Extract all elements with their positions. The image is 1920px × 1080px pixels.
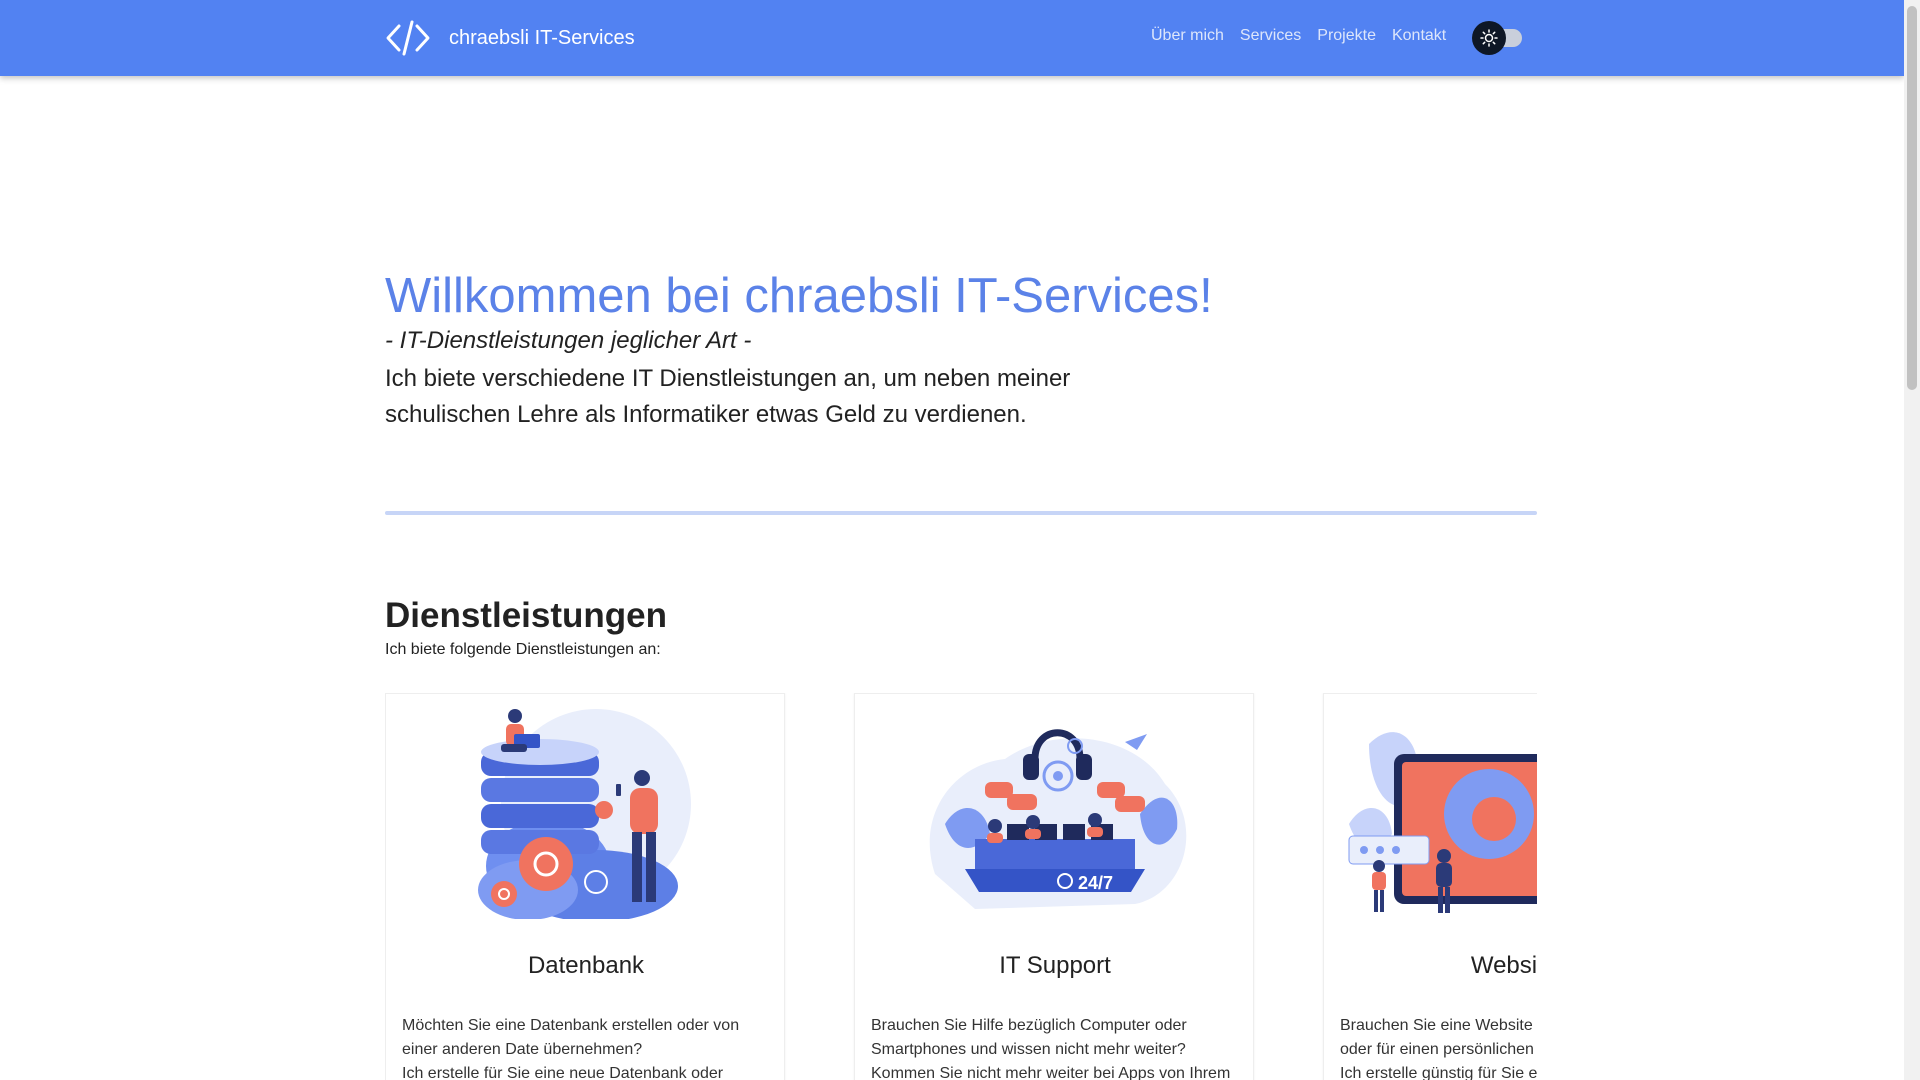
nav-link-services[interactable]: Services bbox=[1240, 27, 1301, 45]
nav-link-kontakt[interactable]: Kontakt bbox=[1392, 27, 1446, 45]
service-card-datenbank[interactable]: Datenbank Möchten Sie eine Datenbank ers… bbox=[385, 693, 785, 1080]
card-text-line-1: Möchten Sie eine Datenbank erstellen ode… bbox=[402, 1017, 740, 1034]
hero-subtitle: - IT-Dienstleistungen jeglicher Art - bbox=[385, 327, 752, 354]
card-text-website: Brauchen Sie eine Website oder für einen… bbox=[1340, 1014, 1537, 1080]
hero-title: Willkommen bei chraebsli IT-Services! bbox=[385, 269, 1213, 323]
code-brackets-icon bbox=[386, 20, 430, 56]
main-nav: Über mich Services Projekte Kontakt bbox=[1151, 27, 1446, 45]
card-text-line-1: Brauchen Sie eine Website bbox=[1340, 1017, 1533, 1034]
card-text-line-3: Ich erstelle günstig für Sie e bbox=[1340, 1065, 1537, 1080]
card-text-line-2: Smartphones und wissen nicht mehr weiter… bbox=[871, 1041, 1186, 1058]
toggle-knob bbox=[1472, 21, 1506, 55]
navbar: chraebsli IT-Services Über mich Services… bbox=[0, 0, 1904, 76]
brand-name: chraebsli IT-Services bbox=[449, 26, 635, 49]
website-illustration bbox=[1348, 732, 1537, 913]
database-illustration bbox=[478, 709, 691, 919]
sun-icon bbox=[1480, 29, 1498, 47]
hero-description-line-1: Ich biete verschiedene IT Dienstleistung… bbox=[385, 365, 1071, 392]
card-text-line-3: Kommen Sie nicht mehr weiter bei Apps vo… bbox=[871, 1065, 1231, 1080]
nav-link-projekte[interactable]: Projekte bbox=[1317, 27, 1376, 45]
section-divider bbox=[385, 511, 1537, 515]
card-title-it-support: IT Support bbox=[999, 952, 1111, 979]
scrollbar-thumb[interactable] bbox=[1907, 6, 1917, 390]
services-subtitle: Ich biete folgende Dienstleistungen an: bbox=[385, 641, 661, 658]
card-text-line-1: Brauchen Sie Hilfe bezüglich Computer od… bbox=[871, 1017, 1187, 1034]
services-cards: Datenbank Möchten Sie eine Datenbank ers… bbox=[385, 693, 1537, 1080]
card-text-it-support: Brauchen Sie Hilfe bezüglich Computer od… bbox=[871, 1014, 1241, 1080]
brand[interactable]: chraebsli IT-Services bbox=[385, 18, 635, 58]
service-card-it-support[interactable]: 24/7 IT Support Brauchen Sie Hilfe bezüg… bbox=[854, 693, 1254, 1080]
badge-24-7: 24/7 bbox=[1078, 873, 1113, 893]
card-text-line-2: einer anderen Date übernehmen? bbox=[402, 1041, 643, 1058]
card-title-website: Website e bbox=[1470, 952, 1537, 979]
card-text-line-3: Ich erstelle für Sie eine neue Datenbank… bbox=[402, 1065, 724, 1080]
card-text-line-2: oder für einen persönlichen bbox=[1340, 1041, 1534, 1058]
hero-description: Ich biete verschiedene IT Dienstleistung… bbox=[385, 361, 1145, 433]
theme-toggle[interactable] bbox=[1472, 21, 1522, 55]
card-title-datenbank: Datenbank bbox=[527, 952, 645, 979]
page-scrollbar[interactable] bbox=[1904, 0, 1920, 1080]
card-text-datenbank: Möchten Sie eine Datenbank erstellen ode… bbox=[402, 1014, 772, 1080]
hero-description-line-2: schulischen Lehre als Informatiker etwas… bbox=[385, 401, 1027, 428]
service-card-website[interactable]: Website e Brauchen Sie eine Website oder… bbox=[1323, 693, 1537, 1080]
services-title: Dienstleistungen bbox=[385, 596, 667, 635]
it-support-illustration: 24/7 bbox=[929, 729, 1187, 909]
nav-link-ueber-mich[interactable]: Über mich bbox=[1151, 27, 1224, 45]
